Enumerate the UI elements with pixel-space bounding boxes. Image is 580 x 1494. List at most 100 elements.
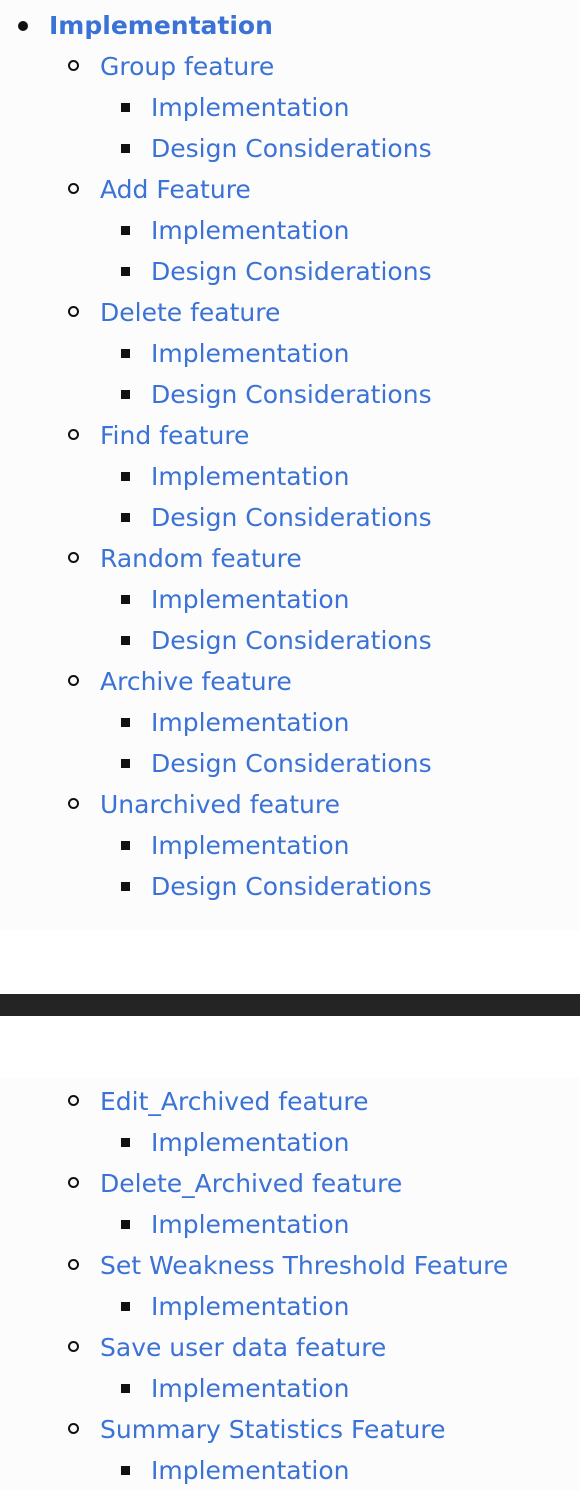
square-bullet-icon [121,636,130,645]
toc-feature-item: Set Weakness Threshold Feature [0,1245,580,1286]
toc-link-archive-feature[interactable]: Archive feature [100,667,292,696]
toc-link-implementation[interactable]: Implementation [151,708,350,737]
toc-subitem: Design Considerations [0,497,580,538]
toc-link-summary-statistics-feature[interactable]: Summary Statistics Feature [100,1415,445,1444]
toc-feature-item: Save user data feature [0,1327,580,1368]
toc-subitem: Implementation [0,1122,580,1163]
hollow-bullet-icon [68,183,79,194]
toc-link-implementation[interactable]: Implementation [151,831,350,860]
hollow-bullet-icon [68,1423,79,1434]
toc-link-design-considerations[interactable]: Design Considerations [151,872,432,901]
toc-subitem: Implementation [0,87,580,128]
toc-feature-item: Edit_Archived feature [0,1081,580,1122]
hollow-bullet-icon [68,1259,79,1270]
toc-link-implementation[interactable]: Implementation [151,585,350,614]
square-bullet-icon [121,349,130,358]
toc-link-find-feature[interactable]: Find feature [100,421,249,450]
toc-link-random-feature[interactable]: Random feature [100,544,302,573]
toc-subitem: Implementation [0,1286,580,1327]
square-bullet-icon [121,1220,130,1229]
toc-feature-item: Summary Statistics Feature [0,1409,580,1450]
toc-link-implementation[interactable]: Implementation [151,1292,350,1321]
toc-list-continued: Edit_Archived feature Implementation Delet… [0,1078,580,1491]
square-bullet-icon [121,1384,130,1393]
hollow-bullet-icon [68,306,79,317]
toc-subitem: Implementation [0,333,580,374]
toc-link-design-considerations[interactable]: Design Considerations [151,257,432,286]
toc-link-implementation[interactable]: Implementation [151,339,350,368]
toc-link-design-considerations[interactable]: Design Considerations [151,503,432,532]
toc-item-implementation: Implementation [0,5,580,46]
square-bullet-icon [121,390,130,399]
toc-subitem: Design Considerations [0,251,580,292]
toc-list: Implementation Group feature Implementati… [0,0,580,907]
toc-link-set-weakness-threshold-feature[interactable]: Set Weakness Threshold Feature [100,1251,508,1280]
filled-bullet-icon [18,21,28,31]
square-bullet-icon [121,1466,130,1475]
toc-link-implementation[interactable]: Implementation [151,1210,350,1239]
toc-subitem: Design Considerations [0,743,580,784]
toc-subitem: Implementation [0,210,580,251]
toc-subitem: Implementation [0,456,580,497]
toc-panel-top: Implementation Group feature Implementati… [0,0,580,930]
toc-subitem: Implementation [0,579,580,620]
square-bullet-icon [121,144,130,153]
toc-link-implementation[interactable]: Implementation [49,11,273,40]
toc-feature-item: Unarchived feature [0,784,580,825]
hollow-bullet-icon [68,798,79,809]
toc-link-group-feature[interactable]: Group feature [100,52,274,81]
toc-link-unarchived-feature[interactable]: Unarchived feature [100,790,340,819]
toc-link-design-considerations[interactable]: Design Considerations [151,749,432,778]
square-bullet-icon [121,513,130,522]
square-bullet-icon [121,882,130,891]
toc-link-implementation[interactable]: Implementation [151,462,350,491]
toc-link-implementation[interactable]: Implementation [151,1128,350,1157]
hollow-bullet-icon [68,675,79,686]
hollow-bullet-icon [68,1341,79,1352]
square-bullet-icon [121,103,130,112]
toc-link-delete-archived-feature[interactable]: Delete_Archived feature [100,1169,402,1198]
square-bullet-icon [121,472,130,481]
toc-feature-item: Delete feature [0,292,580,333]
square-bullet-icon [121,1138,130,1147]
toc-subitem: Design Considerations [0,128,580,169]
hollow-bullet-icon [68,1177,79,1188]
toc-feature-item: Find feature [0,415,580,456]
square-bullet-icon [121,1302,130,1311]
toc-subitem: Implementation [0,1204,580,1245]
hollow-bullet-icon [68,552,79,563]
toc-feature-item: Group feature [0,46,580,87]
toc-feature-item: Archive feature [0,661,580,702]
square-bullet-icon [121,841,130,850]
toc-feature-item: Add Feature [0,169,580,210]
toc-subitem: Design Considerations [0,620,580,661]
hollow-bullet-icon [68,1095,79,1106]
toc-feature-item: Random feature [0,538,580,579]
toc-link-implementation[interactable]: Implementation [151,93,350,122]
toc-subitem: Implementation [0,702,580,743]
toc-feature-item: Delete_Archived feature [0,1163,580,1204]
square-bullet-icon [121,595,130,604]
toc-subitem: Design Considerations [0,374,580,415]
square-bullet-icon [121,267,130,276]
divider-bar [0,994,580,1016]
toc-panel-bottom: Edit_Archived feature Implementation Delet… [0,1078,580,1490]
toc-link-design-considerations[interactable]: Design Considerations [151,380,432,409]
toc-link-save-user-data-feature[interactable]: Save user data feature [100,1333,386,1362]
toc-link-implementation[interactable]: Implementation [151,216,350,245]
square-bullet-icon [121,226,130,235]
toc-link-design-considerations[interactable]: Design Considerations [151,134,432,163]
toc-subitem: Implementation [0,1450,580,1491]
toc-subitem: Design Considerations [0,866,580,907]
toc-link-add-feature[interactable]: Add Feature [100,175,251,204]
square-bullet-icon [121,759,130,768]
toc-link-edit-archived-feature[interactable]: Edit_Archived feature [100,1087,369,1116]
toc-link-implementation[interactable]: Implementation [151,1374,350,1403]
toc-link-design-considerations[interactable]: Design Considerations [151,626,432,655]
hollow-bullet-icon [68,60,79,71]
toc-link-delete-feature[interactable]: Delete feature [100,298,280,327]
toc-subitem: Implementation [0,825,580,866]
toc-link-implementation[interactable]: Implementation [151,1456,350,1485]
hollow-bullet-icon [68,429,79,440]
toc-subitem: Implementation [0,1368,580,1409]
